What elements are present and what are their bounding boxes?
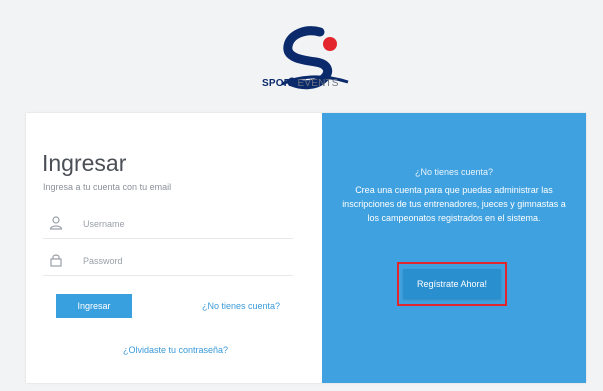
register-highlight-box: Regístrate Ahora! (397, 262, 507, 306)
user-icon (49, 216, 63, 230)
ingresar-button[interactable]: Ingresar (56, 294, 132, 318)
brand-wordmark: SPORTEVENTS (262, 78, 362, 89)
register-panel: ¿No tienes cuenta? Crea una cuenta para … (322, 113, 586, 383)
register-title: ¿No tienes cuenta? (414, 167, 494, 177)
username-field (43, 212, 293, 239)
login-panel: Ingresar Ingresa a tu cuenta con tu emai… (26, 113, 322, 383)
auth-card: Ingresar Ingresa a tu cuenta con tu emai… (26, 113, 586, 383)
register-description: Crea una cuenta para que puedas administ… (342, 185, 566, 223)
lock-icon (50, 254, 62, 267)
forgot-password-link[interactable]: ¿Olvidaste tu contraseña? (123, 345, 228, 355)
no-account-link[interactable]: ¿No tienes cuenta? (202, 301, 280, 311)
password-input[interactable] (83, 252, 283, 270)
login-subtitle: Ingresa a tu cuenta con tu email (43, 182, 172, 192)
register-now-button[interactable]: Regístrate Ahora! (403, 269, 501, 299)
brand-light: EVENTS (297, 78, 339, 89)
brand-bold: SPORT (262, 78, 298, 89)
header: SPORTEVENTS (0, 0, 603, 106)
username-input[interactable] (83, 215, 283, 233)
login-title: Ingresar (42, 150, 127, 176)
password-field (43, 249, 293, 276)
